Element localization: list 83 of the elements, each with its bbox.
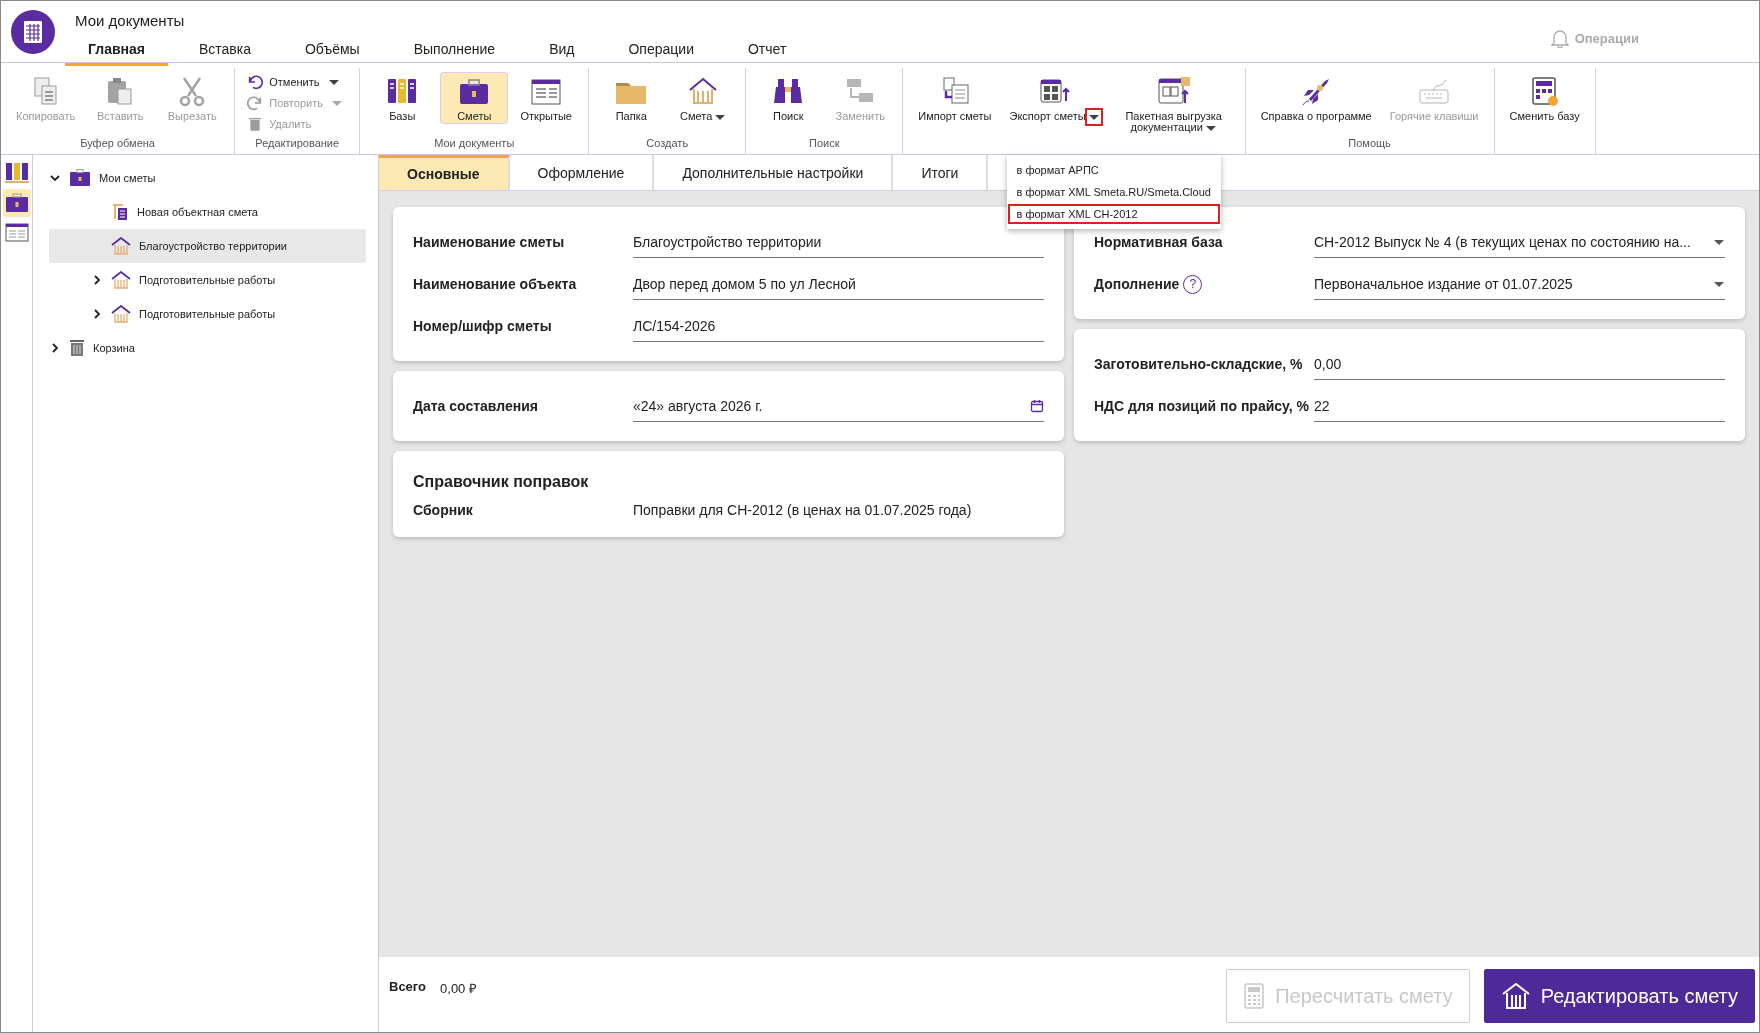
field-label: Дополнение (1094, 276, 1180, 292)
total-value: 0,00 ₽ (440, 980, 478, 997)
chevron-right-icon[interactable] (91, 274, 103, 286)
content-tab[interactable]: Дополнительные настройки (654, 155, 894, 190)
field-label: Дата составления (413, 398, 539, 414)
ribbon-button[interactable]: Смета (669, 72, 738, 126)
undo-icon (247, 74, 264, 90)
briefcase-icon (4, 193, 29, 213)
house-icon (111, 305, 131, 323)
menu-tab[interactable]: Отчет (724, 37, 810, 66)
chevron-right-icon[interactable] (91, 308, 103, 320)
input-field[interactable]: Двор перед домом 5 по ул Лесной (633, 268, 1044, 300)
ribbon-button[interactable]: Экспорт сметы (1002, 72, 1107, 126)
tree-item[interactable]: Корзина (49, 331, 366, 365)
select-field[interactable]: Первоначальное издание от 01.07.2025 (1314, 268, 1725, 300)
input-field[interactable]: Благоустройство территории (633, 226, 1044, 258)
group-label: Редактирование (254, 137, 341, 151)
ribbon-button[interactable]: Поиск (754, 72, 823, 124)
tree-item[interactable]: Благоустройство территории (49, 229, 366, 263)
field-label: Заготовительно-складские, % (1094, 356, 1303, 372)
menu-item[interactable]: в формат XML Smeta.RU/Smeta.Cloud (1006, 181, 1221, 203)
group-label: Поиск (808, 137, 841, 151)
edit-estimate-button[interactable]: Редактировать смету (1483, 969, 1755, 1023)
tree-item[interactable]: Новая объектная смета (49, 195, 366, 229)
menu-tab[interactable]: Объёмы (282, 37, 383, 66)
group-label: Создать (645, 137, 690, 151)
input-field[interactable]: 22 (1314, 390, 1725, 422)
field-label: НДС для позиций по прайсу, % (1094, 398, 1310, 414)
ribbon-button[interactable]: Сметы (440, 72, 509, 124)
menu-item[interactable]: в формат АРПС (1006, 159, 1221, 181)
bell-icon (1550, 28, 1569, 48)
trash-icon (247, 116, 264, 132)
ribbon-button[interactable]: Открытые (512, 72, 581, 124)
ribbon-button[interactable]: Импорт сметы (911, 72, 999, 124)
calendar-icon[interactable] (1030, 398, 1044, 413)
menu-tab[interactable]: Вид (526, 37, 598, 66)
table-window-icon (4, 223, 29, 243)
card-title: Справочник поправок (413, 473, 590, 491)
tree-item[interactable]: Мои сметы (49, 161, 366, 195)
date-field[interactable]: «24» августа 2026 г. (633, 390, 1044, 422)
field-label: Сборник (413, 502, 473, 518)
input-field[interactable]: ЛС/154-2026 (633, 310, 1044, 342)
trash-icon (69, 339, 85, 357)
field-label: Наименование сметы (413, 234, 565, 250)
field-label: Нормативная база (1094, 234, 1223, 250)
group-label: Буфер обмена (79, 137, 156, 151)
ribbon-button[interactable]: Сменить базу (1502, 72, 1587, 124)
field-label: Номер/шифр сметы (413, 318, 552, 334)
house-icon (111, 271, 131, 289)
menu-tab[interactable]: Вставка (175, 37, 274, 66)
tree-item[interactable]: Подготовительные работы (49, 263, 366, 297)
tree-item[interactable]: Подготовительные работы (49, 297, 366, 331)
field-value: Поправки для СН-2012 (в ценах на 01.07.2025 года) (633, 502, 972, 518)
house-icon (111, 237, 131, 255)
calculator-icon (1243, 982, 1266, 1010)
content-tab[interactable]: Оформление (509, 155, 655, 190)
field-label: Наименование объекта (413, 276, 577, 292)
select-field[interactable]: СН-2012 Выпуск № 4 (в текущих ценах по состоянию на... (1314, 226, 1725, 258)
group-label: Помощь (1347, 137, 1392, 151)
house-icon (1500, 982, 1531, 1010)
input-field[interactable]: 0,00 (1314, 348, 1725, 380)
chevron-right-icon[interactable] (49, 342, 61, 354)
menu-tab[interactable]: Операции (605, 37, 717, 66)
content-tab[interactable]: Итоги (893, 155, 989, 190)
group-label: Мои документы (433, 137, 516, 151)
ribbon-button[interactable]: Справка о программе (1253, 72, 1379, 124)
binders-icon (4, 162, 29, 184)
briefcase-icon (69, 169, 91, 187)
window-title: Мои документы (75, 12, 186, 29)
ribbon-button[interactable]: Пакетная выгрузка документации (1110, 72, 1237, 137)
menu-tab[interactable]: Главная (65, 37, 168, 66)
ribbon-button[interactable]: Папка (597, 72, 666, 124)
chevron-down-icon[interactable] (49, 172, 61, 184)
redo-icon (247, 95, 264, 111)
ribbon-button[interactable]: Отменить (243, 72, 352, 92)
ribbon-button[interactable]: Базы (368, 72, 437, 124)
menu-tab[interactable]: Выполнение (390, 37, 519, 66)
app-logo (11, 10, 55, 54)
total-label: Всего (389, 979, 427, 994)
menu-item[interactable]: в формат XML СН-2012 (1006, 203, 1221, 225)
content-tab[interactable]: Основные (379, 155, 510, 190)
nav-button[interactable] (2, 189, 31, 217)
building-icon (111, 203, 129, 221)
